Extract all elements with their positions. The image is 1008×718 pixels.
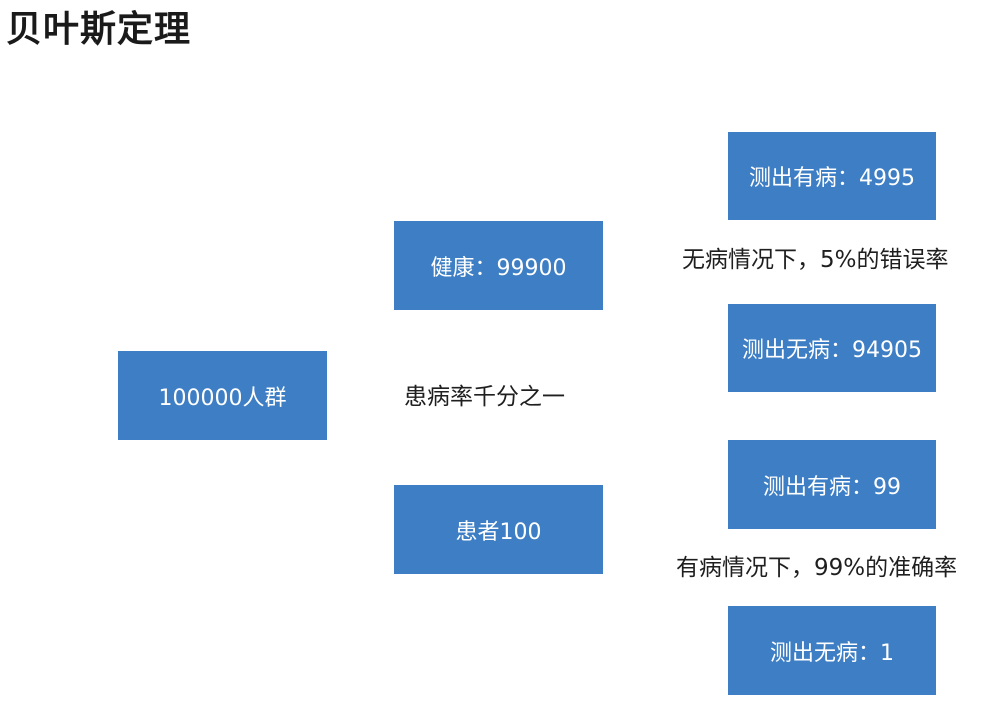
healthy-test-negative-label: 测出无病：94905 [742, 338, 922, 363]
population-box: 100000人群 [118, 351, 327, 440]
healthy-error-note: 无病情况下，5%的错误率 [682, 247, 949, 273]
patient-test-positive-label: 测出有病：99 [763, 474, 901, 500]
page-title: 贝叶斯定理 [6, 9, 192, 50]
healthy-test-positive-box: 测出有病：4995 [728, 132, 936, 220]
bayes-diagram: 贝叶斯定理 100000人群 患病率千分之一 健康：99900 患者100 测出… [0, 0, 1008, 718]
prevalence-note: 患病率千分之一 [404, 384, 565, 410]
healthy-label: 健康：99900 [430, 255, 567, 281]
patient-test-negative-label: 测出无病：1 [770, 640, 894, 666]
patient-test-negative-box: 测出无病：1 [728, 606, 936, 695]
population-label: 100000人群 [158, 385, 287, 411]
patient-accuracy-note: 有病情况下，99%的准确率 [676, 555, 958, 581]
healthy-test-negative-box: 测出无病：94905 [728, 304, 936, 392]
patient-box: 患者100 [394, 485, 603, 574]
patient-test-positive-box: 测出有病：99 [728, 440, 936, 529]
healthy-test-positive-label: 测出有病：4995 [749, 166, 915, 191]
healthy-box: 健康：99900 [394, 221, 603, 310]
patient-label: 患者100 [455, 519, 542, 545]
